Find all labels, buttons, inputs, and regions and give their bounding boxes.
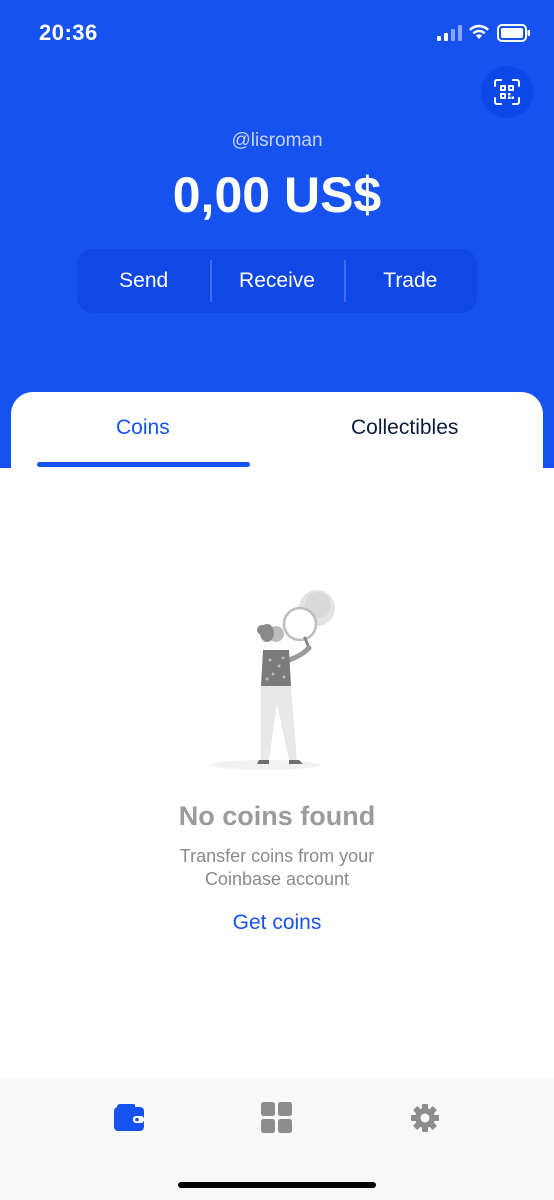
signal-icon: [437, 25, 462, 41]
apps-grid-icon: [261, 1102, 292, 1133]
wifi-icon: [469, 24, 489, 39]
active-tab-indicator: [37, 462, 250, 467]
qr-scan-button[interactable]: [481, 66, 533, 118]
username: @lisroman: [231, 130, 323, 151]
empty-state-description: Transfer coins from your Coinbase accoun…: [0, 845, 554, 891]
nav-settings[interactable]: [403, 1098, 447, 1138]
tab-coins[interactable]: Coins: [116, 416, 170, 440]
tab-collectibles[interactable]: Collectibles: [351, 416, 458, 440]
qr-scan-icon: [494, 79, 520, 105]
battery-icon: [497, 24, 530, 42]
wallet-icon: [114, 1104, 144, 1131]
status-time: 20:36: [39, 20, 98, 45]
status-bar: 20:36: [0, 0, 554, 66]
empty-state-description-line2: Coinbase account: [204, 869, 350, 889]
empty-state-description-line1: Transfer coins from your: [179, 846, 375, 866]
nav-wallet[interactable]: [107, 1098, 151, 1138]
empty-state-title: No coins found: [178, 801, 376, 831]
balance-amount: 0,00 US$: [172, 167, 382, 223]
nav-apps[interactable]: [255, 1098, 299, 1138]
send-button[interactable]: Send: [77, 249, 210, 313]
trade-button[interactable]: Trade: [343, 249, 477, 313]
receive-button[interactable]: Receive: [210, 249, 343, 313]
settings-gear-icon: [411, 1104, 439, 1132]
get-coins-link[interactable]: Get coins: [0, 911, 554, 935]
action-bar: Send Receive Trade: [77, 249, 477, 313]
empty-state-illustration: [210, 590, 335, 770]
home-indicator[interactable]: [178, 1182, 376, 1188]
